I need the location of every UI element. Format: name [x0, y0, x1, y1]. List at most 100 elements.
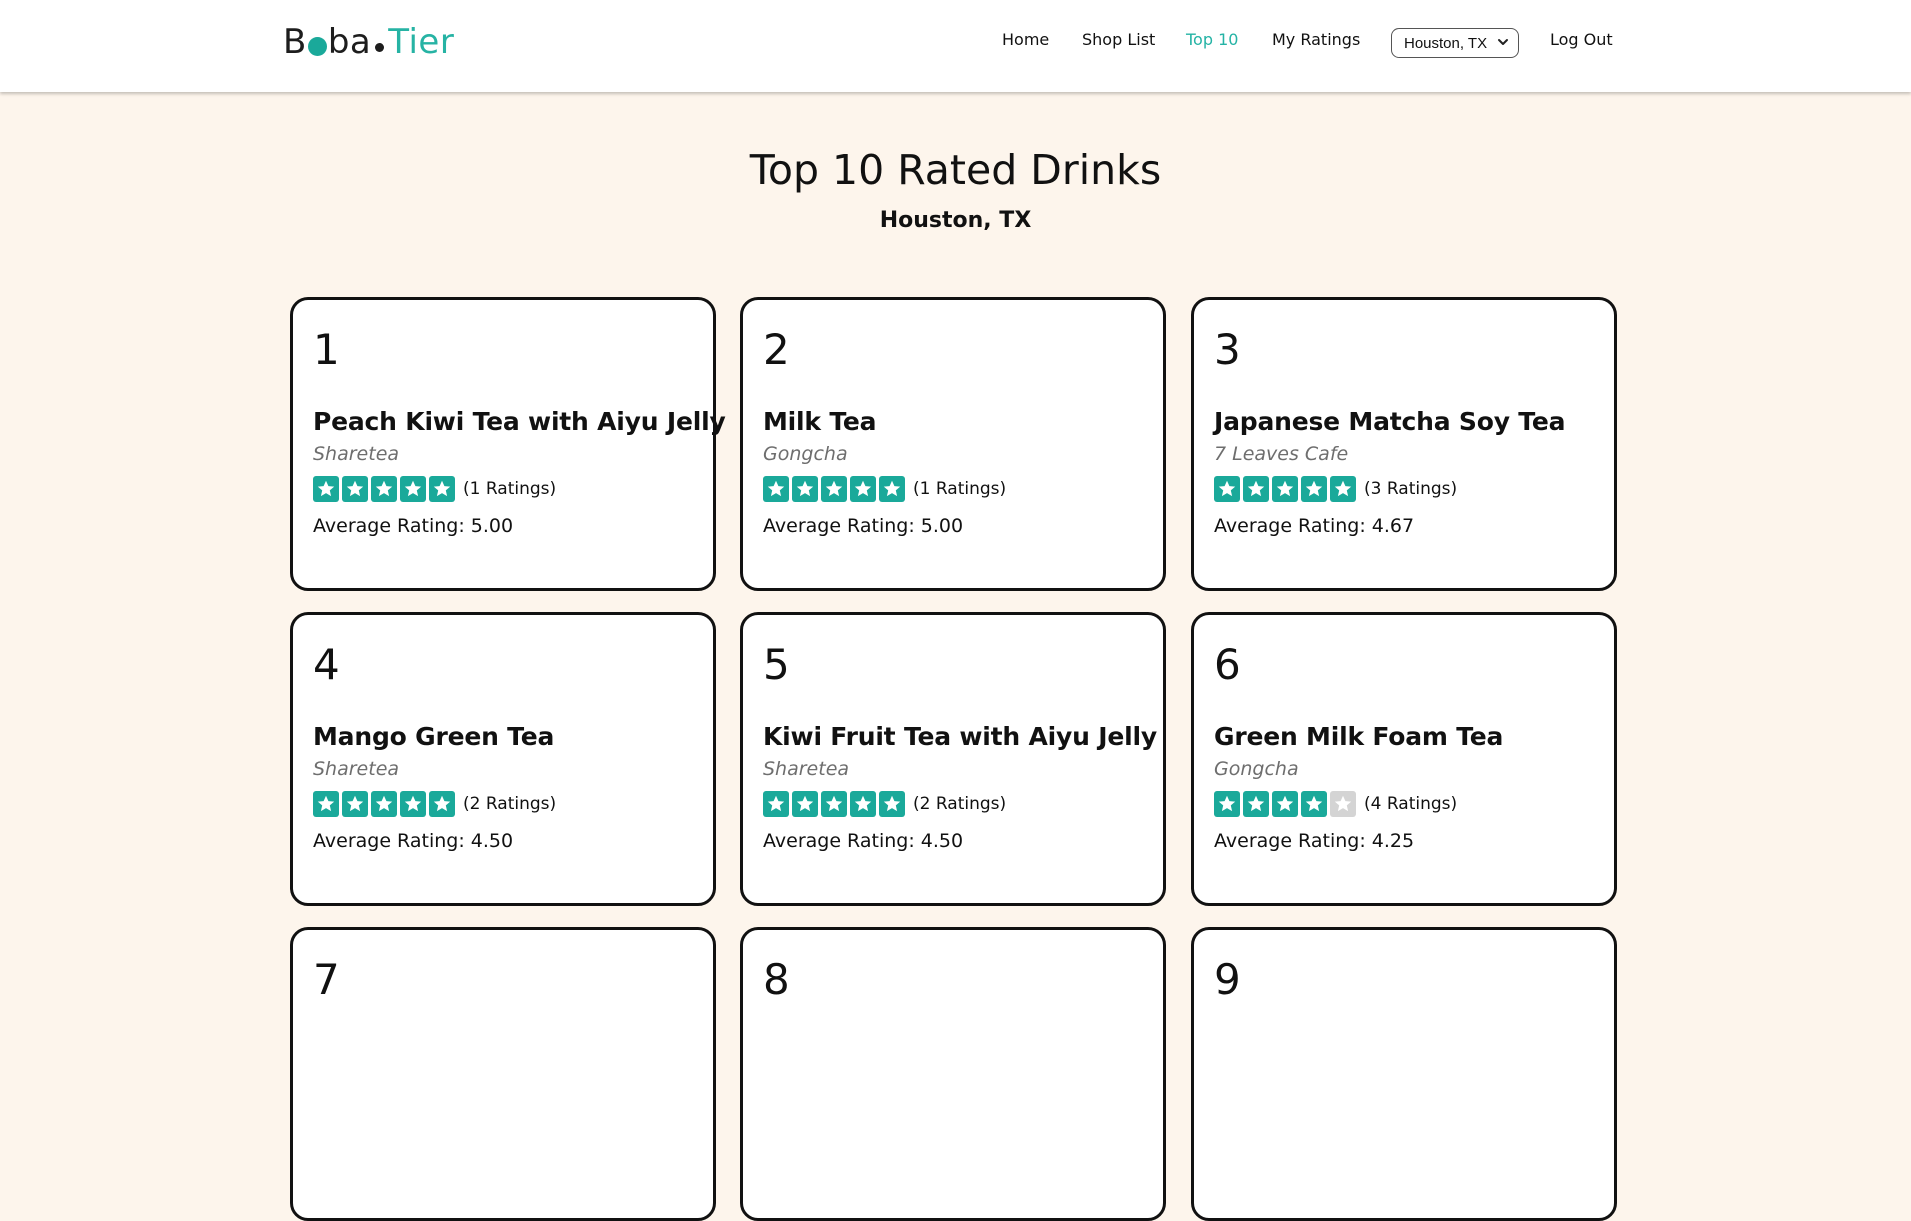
nav-top10-link[interactable]: Top 10 — [1186, 30, 1238, 49]
average-rating: Average Rating: 5.00 — [313, 515, 514, 537]
city-select-value: Houston, TX — [1404, 34, 1488, 52]
nav-shop-list-link[interactable]: Shop List — [1082, 30, 1155, 49]
drink-rank: 2 — [763, 325, 790, 374]
drink-name: Mango Green Tea — [313, 722, 555, 751]
star-filled-icon — [313, 476, 339, 502]
star-filled-icon — [879, 791, 905, 817]
star-filled-icon — [1301, 791, 1327, 817]
drink-rank: 5 — [763, 640, 790, 689]
star-filled-icon — [1330, 476, 1356, 502]
star-filled-icon — [879, 476, 905, 502]
drink-card[interactable]: 1 Peach Kiwi Tea with Aiyu Jelly Sharete… — [290, 297, 726, 591]
chevron-down-icon — [1498, 39, 1508, 45]
average-rating: Average Rating: 5.00 — [763, 515, 964, 537]
star-filled-icon — [1243, 476, 1269, 502]
star-filled-icon — [1214, 791, 1240, 817]
ratings-count: (2 Ratings) — [913, 794, 1007, 814]
drink-card[interactable]: 9 — [1191, 927, 1617, 1221]
drink-rank: 9 — [1214, 955, 1241, 1004]
top-navbar: Bba Tier Home Shop List Top 10 My Ratings… — [0, 0, 1911, 92]
nav-home-link[interactable]: Home — [1002, 30, 1049, 49]
drink-rank: 6 — [1214, 640, 1241, 689]
drink-card[interactable]: 6 Green Milk Foam Tea Gongcha (4 Ratings… — [1191, 612, 1617, 906]
average-rating: Average Rating: 4.25 — [1214, 830, 1415, 852]
logo-dot-icon — [375, 42, 385, 52]
average-rating: Average Rating: 4.50 — [763, 830, 964, 852]
logo-letters-ba: ba — [327, 22, 372, 62]
drink-name: Japanese Matcha Soy Tea — [1214, 407, 1566, 436]
drink-name: Kiwi Fruit Tea with Aiyu Jelly — [763, 722, 1157, 751]
boba-tier-logo[interactable]: Bba Tier — [283, 20, 454, 64]
drink-name: Milk Tea — [763, 407, 877, 436]
star-filled-icon — [342, 791, 368, 817]
boba-pearl-icon — [307, 37, 327, 56]
nav-my-ratings-link[interactable]: My Ratings — [1272, 30, 1360, 49]
city-select[interactable]: Houston, TX — [1391, 28, 1519, 58]
star-filled-icon — [1272, 791, 1298, 817]
shop-name: Gongcha — [1214, 758, 1299, 780]
star-rating — [763, 791, 905, 817]
shop-name: Sharetea — [313, 443, 400, 465]
star-rating — [313, 791, 455, 817]
star-filled-icon — [1272, 476, 1298, 502]
star-filled-icon — [429, 791, 455, 817]
star-filled-icon — [371, 791, 397, 817]
shop-name: 7 Leaves Cafe — [1214, 443, 1349, 465]
star-filled-icon — [1214, 476, 1240, 502]
star-rating — [763, 476, 905, 502]
star-filled-icon — [1301, 476, 1327, 502]
drink-rank: 4 — [313, 640, 340, 689]
star-filled-icon — [792, 791, 818, 817]
star-filled-icon — [850, 476, 876, 502]
drink-rank: 7 — [313, 955, 340, 1004]
star-filled-icon — [763, 791, 789, 817]
star-filled-icon — [1243, 791, 1269, 817]
drink-card[interactable]: 8 — [740, 927, 1166, 1221]
ratings-count: (1 Ratings) — [463, 479, 557, 499]
drink-card[interactable]: 5 Kiwi Fruit Tea with Aiyu Jelly Sharete… — [740, 612, 1166, 906]
star-rating — [1214, 791, 1356, 817]
star-filled-icon — [821, 476, 847, 502]
drink-card[interactable]: 4 Mango Green Tea Sharetea (2 Ratings) A… — [290, 612, 716, 906]
star-filled-icon — [429, 476, 455, 502]
shop-name: Gongcha — [763, 443, 848, 465]
star-filled-icon — [792, 476, 818, 502]
average-rating: Average Rating: 4.50 — [313, 830, 514, 852]
shop-name: Sharetea — [763, 758, 850, 780]
logo-letter-b: B — [283, 22, 307, 62]
star-filled-icon — [400, 476, 426, 502]
nav-logout-link[interactable]: Log Out — [1550, 30, 1613, 49]
drink-card-grid: 1 Peach Kiwi Tea with Aiyu Jelly Sharete… — [0, 0, 1911, 1221]
drink-card[interactable]: 7 — [290, 927, 716, 1221]
rating-row: (2 Ratings) — [763, 791, 1006, 817]
ratings-count: (1 Ratings) — [913, 479, 1007, 499]
rating-row: (1 Ratings) — [313, 476, 556, 502]
star-filled-icon — [763, 476, 789, 502]
ratings-count: (3 Ratings) — [1364, 479, 1458, 499]
drink-rank: 8 — [763, 955, 790, 1004]
star-rating — [313, 476, 455, 502]
star-filled-icon — [850, 791, 876, 817]
drink-name: Green Milk Foam Tea — [1214, 722, 1504, 751]
star-filled-icon — [313, 791, 339, 817]
star-filled-icon — [371, 476, 397, 502]
star-filled-icon — [342, 476, 368, 502]
ratings-count: (4 Ratings) — [1364, 794, 1458, 814]
drink-card[interactable]: 3 Japanese Matcha Soy Tea 7 Leaves Cafe … — [1191, 297, 1617, 591]
star-filled-icon — [400, 791, 426, 817]
star-rating — [1214, 476, 1356, 502]
star-filled-icon — [821, 791, 847, 817]
rating-row: (3 Ratings) — [1214, 476, 1457, 502]
logo-word-tier: Tier — [388, 22, 455, 62]
rating-row: (1 Ratings) — [763, 476, 1006, 502]
star-empty-icon — [1330, 791, 1356, 817]
average-rating: Average Rating: 4.67 — [1214, 515, 1415, 537]
rating-row: (4 Ratings) — [1214, 791, 1457, 817]
drink-name: Peach Kiwi Tea with Aiyu Jelly — [313, 407, 726, 436]
drink-rank: 3 — [1214, 325, 1241, 374]
drink-card[interactable]: 2 Milk Tea Gongcha (1 Ratings) Average R… — [740, 297, 1166, 591]
ratings-count: (2 Ratings) — [463, 794, 557, 814]
rating-row: (2 Ratings) — [313, 791, 556, 817]
shop-name: Sharetea — [313, 758, 400, 780]
drink-rank: 1 — [313, 325, 340, 374]
